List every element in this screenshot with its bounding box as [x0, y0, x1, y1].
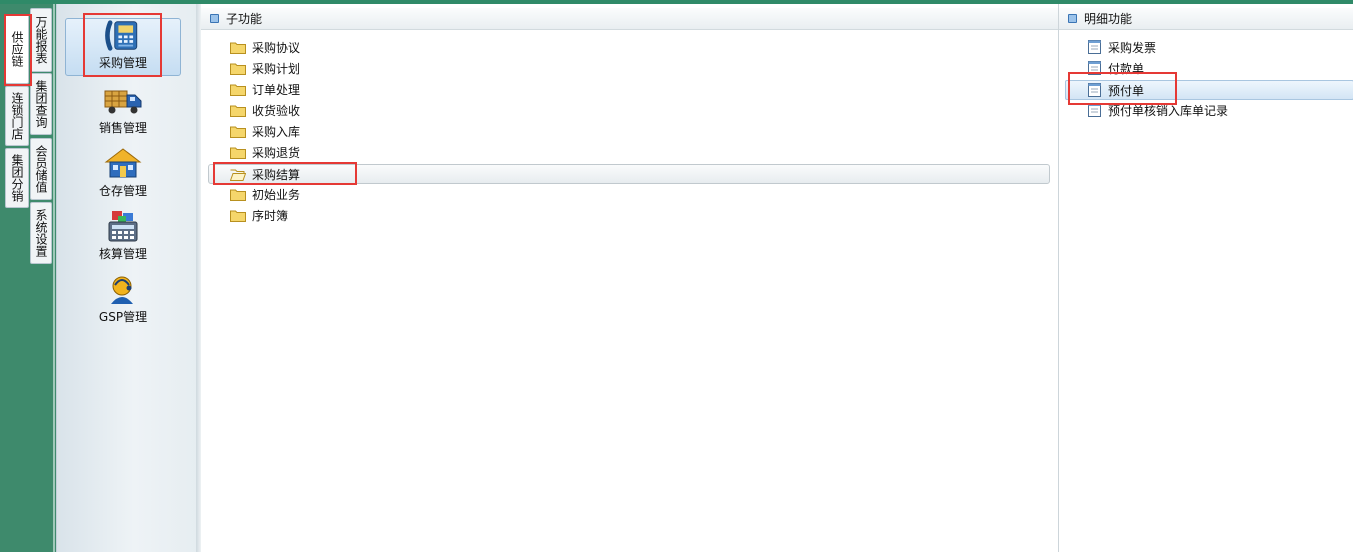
folder-icon: [230, 84, 246, 96]
delivery-truck-icon: [104, 90, 142, 114]
sub-function-item[interactable]: 序时簿: [230, 205, 288, 225]
vtab-group-query[interactable]: 集团查询: [30, 73, 52, 135]
sub-function-item[interactable]: 采购退货: [230, 142, 300, 162]
header-bullet-icon: [1068, 14, 1077, 23]
warehouse-house-icon: [104, 148, 142, 178]
sub-function-label: 采购结算: [252, 167, 301, 182]
open-folder-icon: [230, 169, 246, 181]
document-icon: [1088, 61, 1101, 75]
detail-function-label: 预付单核销入库单记录: [1108, 103, 1229, 118]
sub-function-label: 订单处理: [252, 82, 301, 97]
folder-icon: [230, 105, 246, 117]
document-icon: [1088, 103, 1101, 117]
vtab-chain-store[interactable]: 连锁门店: [5, 86, 29, 146]
sub-function-item[interactable]: 采购计划: [230, 58, 300, 78]
sub-function-item[interactable]: 采购入库: [230, 121, 300, 141]
module-sales-label: 销售管理: [98, 121, 147, 135]
sub-function-item[interactable]: 订单处理: [230, 79, 300, 99]
module-warehouse-label: 仓存管理: [98, 184, 147, 198]
detail-function-label: 采购发票: [1108, 40, 1157, 55]
detail-functions-panel: 明细功能 采购发票 付款单 预付单 预付单核销入库单记录: [1058, 4, 1353, 552]
folder-icon: [230, 147, 246, 159]
vtab-member-storedvalue[interactable]: 会员储值: [30, 138, 52, 200]
sub-functions-title: 子功能: [226, 12, 263, 26]
folder-icon: [230, 63, 246, 75]
vtab-system-settings[interactable]: 系统设置: [30, 202, 52, 264]
sub-functions-header: 子功能: [201, 8, 1058, 30]
calculator-icon: [108, 211, 138, 242]
detail-function-label: 付款单: [1108, 61, 1145, 76]
detail-function-item[interactable]: 预付单核销入库单记录: [1088, 100, 1228, 120]
sub-function-label: 采购协议: [252, 40, 301, 55]
sub-function-label: 采购退货: [252, 145, 301, 160]
module-gsp[interactable]: GSP管理: [65, 271, 181, 329]
module-purchase[interactable]: 采购管理: [65, 18, 181, 76]
vtab-universal-report[interactable]: 万能报表: [30, 8, 52, 72]
sub-function-item[interactable]: 收货验收: [230, 100, 300, 120]
module-column: 采购管理 销售管理 仓存管理 核算管理 GSP管理: [56, 4, 197, 552]
module-accounting-label: 核算管理: [98, 247, 147, 261]
module-warehouse[interactable]: 仓存管理: [65, 145, 181, 203]
detail-function-item[interactable]: 付款单: [1088, 58, 1144, 78]
folder-icon: [230, 189, 246, 201]
sub-function-label: 采购入库: [252, 124, 301, 139]
sub-function-item[interactable]: 采购协议: [230, 37, 300, 57]
detail-function-item-selected[interactable]: 预付单: [1065, 80, 1353, 100]
sub-function-label: 序时簿: [252, 208, 289, 223]
vtab-group-distribution[interactable]: 集团分销: [5, 148, 29, 208]
sub-functions-panel: 子功能 采购协议 采购计划 订单处理 收货验收 采购入库 采购退货 采购结算 初…: [201, 4, 1058, 552]
strip-edge: [53, 4, 55, 552]
detail-function-label: 预付单: [1108, 83, 1145, 98]
sub-function-label: 初始业务: [252, 187, 301, 202]
sub-function-label: 采购计划: [252, 61, 301, 76]
folder-icon: [230, 210, 246, 222]
document-icon: [1088, 40, 1101, 54]
sub-function-label: 收货验收: [252, 103, 301, 118]
vtab-supply-chain[interactable]: 供应链: [5, 14, 29, 84]
folder-icon: [230, 126, 246, 138]
document-icon: [1088, 83, 1101, 97]
detail-function-item[interactable]: 采购发票: [1088, 37, 1156, 57]
module-sales[interactable]: 销售管理: [65, 82, 181, 140]
sub-function-item[interactable]: 初始业务: [230, 184, 300, 204]
detail-functions-header: 明细功能: [1059, 8, 1353, 30]
header-bullet-icon: [210, 14, 219, 23]
person-headset-icon: [111, 276, 133, 304]
module-accounting[interactable]: 核算管理: [65, 208, 181, 266]
purchase-phone-icon: [105, 20, 138, 51]
module-gsp-label: GSP管理: [98, 310, 148, 324]
folder-icon: [230, 42, 246, 54]
module-purchase-label: 采购管理: [98, 56, 147, 70]
sub-function-item-selected[interactable]: 采购结算: [208, 164, 1050, 184]
detail-functions-title: 明细功能: [1084, 12, 1133, 26]
